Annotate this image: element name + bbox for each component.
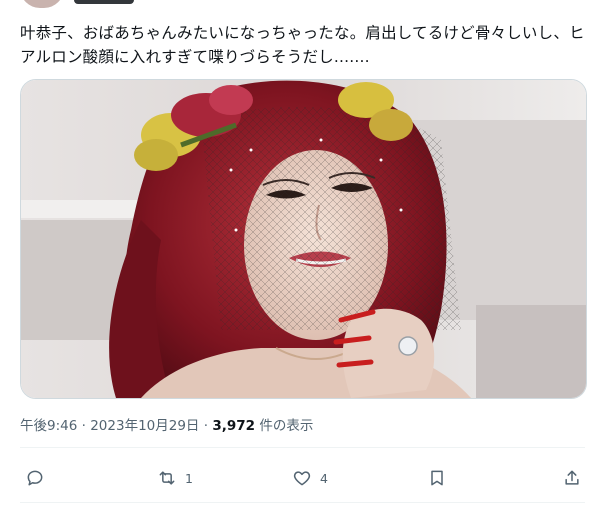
tweet-meta: 午後9:46 · 2023年10月29日 · 3,972 件の表示 xyxy=(20,414,313,434)
meta-separator: · xyxy=(81,418,86,434)
meta-separator: · xyxy=(203,418,209,434)
tweet-date[interactable]: 2023年10月29日 xyxy=(90,418,199,434)
divider xyxy=(20,502,585,503)
photo-image xyxy=(21,80,586,398)
divider xyxy=(20,447,585,448)
tweet-photo[interactable] xyxy=(20,79,587,399)
tweet-text: 叶恭子、おばあちゃんみたいになっちゃったな。肩出してるけど骨々しいし、ヒアルロン… xyxy=(20,24,585,66)
view-label: 件の表示 xyxy=(259,418,314,434)
share-button[interactable] xyxy=(562,464,582,492)
like-count: 4 xyxy=(320,470,328,486)
heart-icon xyxy=(293,471,311,486)
view-count: 3,972 xyxy=(212,418,256,434)
avatar[interactable] xyxy=(20,0,64,8)
bookmark-button[interactable] xyxy=(427,464,447,492)
tweet-actions: 1 4 xyxy=(20,464,595,492)
like-button[interactable]: 4 xyxy=(292,464,328,492)
author-name[interactable] xyxy=(74,0,134,4)
retweet-button[interactable]: 1 xyxy=(157,464,193,492)
reply-icon xyxy=(27,470,43,486)
bookmark-icon xyxy=(431,470,443,486)
retweet-icon xyxy=(159,471,175,485)
share-icon xyxy=(565,470,579,485)
reply-button[interactable] xyxy=(25,464,45,492)
retweet-count: 1 xyxy=(185,470,193,486)
tweet-time[interactable]: 午後9:46 xyxy=(20,418,77,434)
